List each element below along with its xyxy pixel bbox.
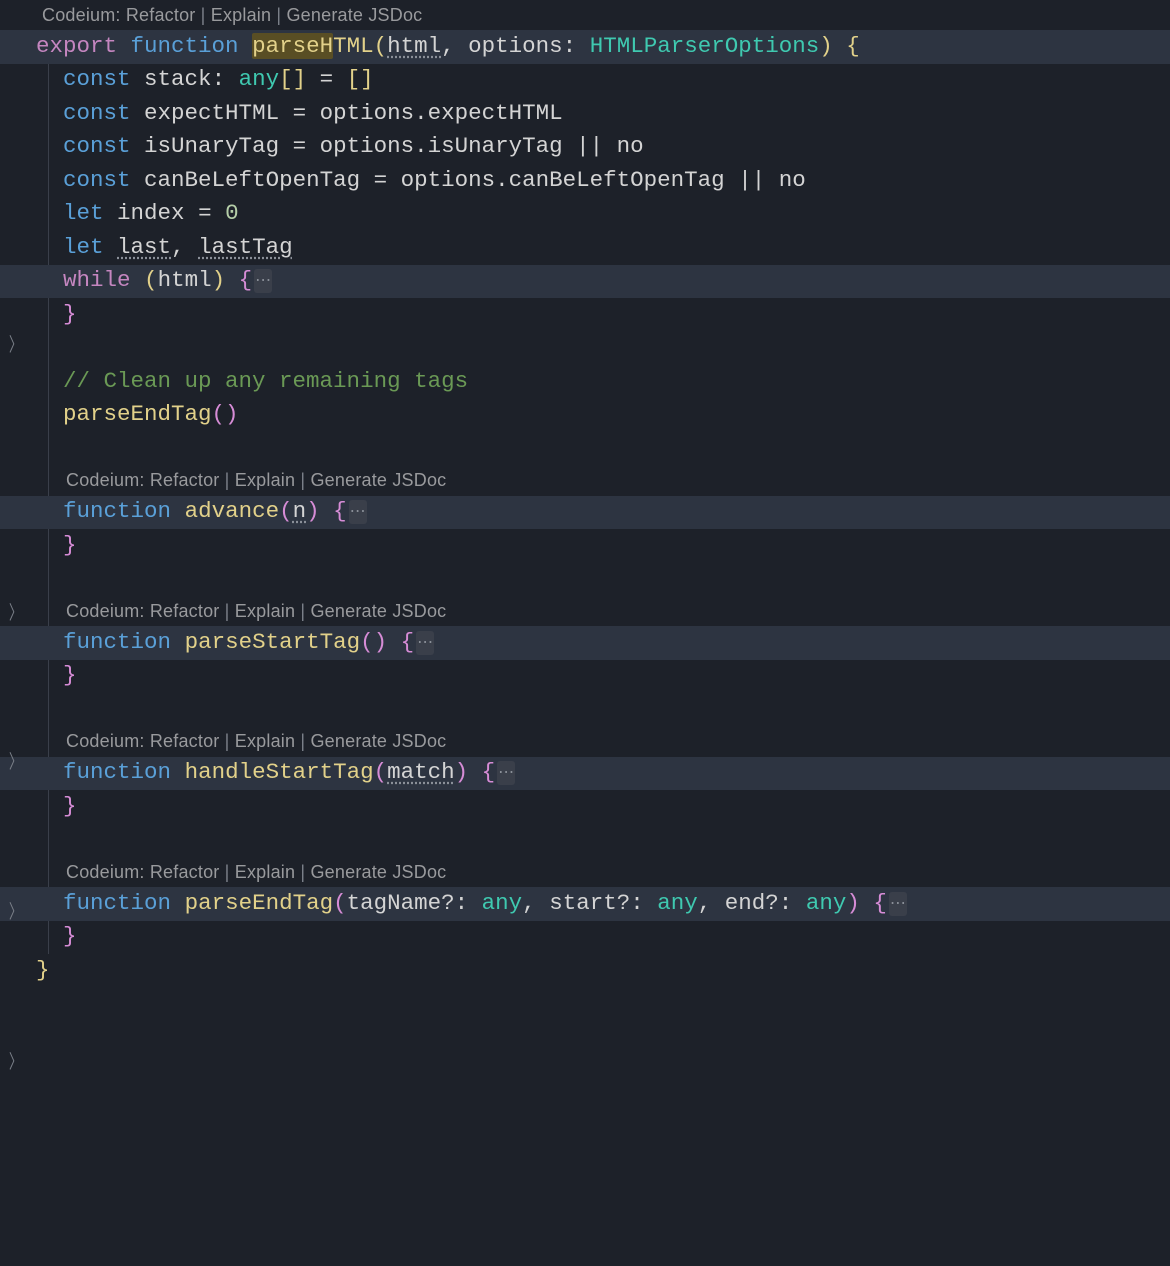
code-line[interactable]: } bbox=[36, 954, 1170, 988]
fold-ellipsis-icon[interactable]: ⋯ bbox=[889, 892, 907, 916]
function-advance: advance bbox=[185, 495, 280, 529]
codelens-explain[interactable]: Explain bbox=[235, 728, 295, 755]
codelens-row: Codeium: Refactor | Explain | Generate J… bbox=[36, 0, 1170, 30]
selection-highlight: parseH bbox=[252, 33, 333, 59]
code-line[interactable]: } bbox=[36, 790, 1170, 824]
code-editor[interactable]: Codeium: Refactor | Explain | Generate J… bbox=[0, 0, 1170, 988]
codelens-refactor[interactable]: Refactor bbox=[126, 2, 196, 29]
codelens-row: Codeium: Refactor | Explain | Generate J… bbox=[36, 596, 1170, 626]
code-line-folded[interactable]: while (html) {⋯ bbox=[36, 265, 1170, 299]
code-line[interactable]: const stack: any[] = [] bbox=[36, 64, 1170, 98]
codelens-jsdoc[interactable]: Generate JSDoc bbox=[286, 2, 422, 29]
var-canbeleftopentag: canBeLeftOpenTag bbox=[144, 164, 360, 198]
code-line[interactable]: } bbox=[36, 298, 1170, 332]
codelens-explain[interactable]: Explain bbox=[235, 598, 295, 625]
code-line[interactable]: let index = 0 bbox=[36, 198, 1170, 232]
identifier-no: no bbox=[617, 130, 644, 164]
fold-chevron-icon[interactable]: 〉 bbox=[6, 600, 25, 629]
code-line-empty[interactable] bbox=[36, 693, 1170, 727]
code-line[interactable]: let last, lastTag bbox=[36, 231, 1170, 265]
keyword-function: function bbox=[131, 30, 239, 64]
param-options: options bbox=[468, 30, 563, 64]
call-parseendtag: parseEndTag bbox=[63, 398, 212, 432]
function-handlestarttag: handleStartTag bbox=[185, 756, 374, 790]
code-line-folded[interactable]: function advance(n) {⋯ bbox=[36, 496, 1170, 530]
function-parsestarttag: parseStartTag bbox=[185, 626, 361, 660]
fold-ellipsis-icon[interactable]: ⋯ bbox=[416, 631, 434, 655]
code-line[interactable]: } bbox=[36, 660, 1170, 694]
param-html: html bbox=[387, 30, 441, 64]
fold-chevron-icon[interactable]: 〉 bbox=[6, 899, 25, 928]
close-paren: ) bbox=[819, 30, 833, 64]
code-line-folded[interactable]: function parseStartTag() {⋯ bbox=[36, 626, 1170, 660]
number-zero: 0 bbox=[225, 197, 239, 231]
comment: // Clean up any remaining tags bbox=[63, 365, 468, 399]
var-expecthtml: expectHTML bbox=[144, 97, 279, 131]
code-line[interactable]: parseEndTag() bbox=[36, 399, 1170, 433]
gutter: 〉 〉 〉 〉 〉 bbox=[0, 0, 32, 988]
fold-ellipsis-icon[interactable]: ⋯ bbox=[254, 269, 272, 293]
codelens-jsdoc[interactable]: Generate JSDoc bbox=[310, 598, 446, 625]
fold-chevron-icon[interactable]: 〉 bbox=[6, 749, 25, 778]
codelens-explain[interactable]: Explain bbox=[235, 467, 295, 494]
param-match: match bbox=[387, 756, 455, 790]
codelens-refactor[interactable]: Refactor bbox=[150, 728, 220, 755]
keyword-while: while bbox=[63, 264, 131, 298]
codelens-row: Codeium: Refactor | Explain | Generate J… bbox=[36, 857, 1170, 887]
code-line-folded[interactable]: function parseEndTag(tagName?: any, star… bbox=[36, 887, 1170, 921]
codelens-row: Codeium: Refactor | Explain | Generate J… bbox=[36, 727, 1170, 757]
codelens-jsdoc[interactable]: Generate JSDoc bbox=[310, 728, 446, 755]
function-parseendtag: parseEndTag bbox=[185, 887, 334, 921]
code-line-empty[interactable] bbox=[36, 563, 1170, 597]
fold-chevron-icon[interactable]: 〉 bbox=[6, 1049, 25, 1078]
keyword-export: export bbox=[36, 30, 117, 64]
code-line[interactable]: } bbox=[36, 529, 1170, 563]
param-start: start bbox=[549, 887, 617, 921]
code-line[interactable]: // Clean up any remaining tags bbox=[36, 365, 1170, 399]
codelens-explain[interactable]: Explain bbox=[211, 2, 271, 29]
var-isunarytag: isUnaryTag bbox=[144, 130, 279, 164]
codelens-explain[interactable]: Explain bbox=[235, 859, 295, 886]
code-line[interactable]: const isUnaryTag = options.isUnaryTag ||… bbox=[36, 131, 1170, 165]
codelens-jsdoc[interactable]: Generate JSDoc bbox=[310, 467, 446, 494]
var-index: index bbox=[117, 197, 185, 231]
function-name: TML bbox=[333, 33, 374, 59]
code-line[interactable]: const canBeLeftOpenTag = options.canBeLe… bbox=[36, 164, 1170, 198]
var-lasttag: lastTag bbox=[198, 231, 293, 265]
code-line-empty[interactable] bbox=[36, 332, 1170, 366]
var-last: last bbox=[117, 231, 171, 265]
code-line[interactable]: export function parseHTML(html, options:… bbox=[36, 30, 1170, 64]
codelens-sep: | bbox=[271, 2, 286, 29]
open-brace: { bbox=[833, 30, 860, 64]
code-line[interactable]: } bbox=[36, 921, 1170, 955]
fold-chevron-icon[interactable]: 〉 bbox=[6, 332, 25, 361]
code-line-empty[interactable] bbox=[36, 824, 1170, 858]
fold-ellipsis-icon[interactable]: ⋯ bbox=[497, 761, 515, 785]
codelens-jsdoc[interactable]: Generate JSDoc bbox=[310, 859, 446, 886]
code-line[interactable]: const expectHTML = options.expectHTML bbox=[36, 97, 1170, 131]
code-line-empty[interactable] bbox=[36, 432, 1170, 466]
codelens-sep: | bbox=[195, 2, 210, 29]
var-stack: stack bbox=[144, 63, 212, 97]
param-end: end bbox=[725, 887, 766, 921]
codelens-refactor[interactable]: Refactor bbox=[150, 598, 220, 625]
codelens-prefix: Codeium: bbox=[42, 2, 126, 29]
open-paren: ( bbox=[374, 30, 388, 64]
codelens-refactor[interactable]: Refactor bbox=[150, 859, 220, 886]
param-n: n bbox=[293, 495, 307, 529]
param-tagname: tagName bbox=[347, 887, 442, 921]
type-any: any bbox=[239, 63, 280, 97]
codelens-row: Codeium: Refactor | Explain | Generate J… bbox=[36, 466, 1170, 496]
type-htmlparseroptions: HTMLParserOptions bbox=[590, 30, 820, 64]
codelens-refactor[interactable]: Refactor bbox=[150, 467, 220, 494]
code-line-folded[interactable]: function handleStartTag(match) {⋯ bbox=[36, 757, 1170, 791]
fold-ellipsis-icon[interactable]: ⋯ bbox=[349, 500, 367, 524]
